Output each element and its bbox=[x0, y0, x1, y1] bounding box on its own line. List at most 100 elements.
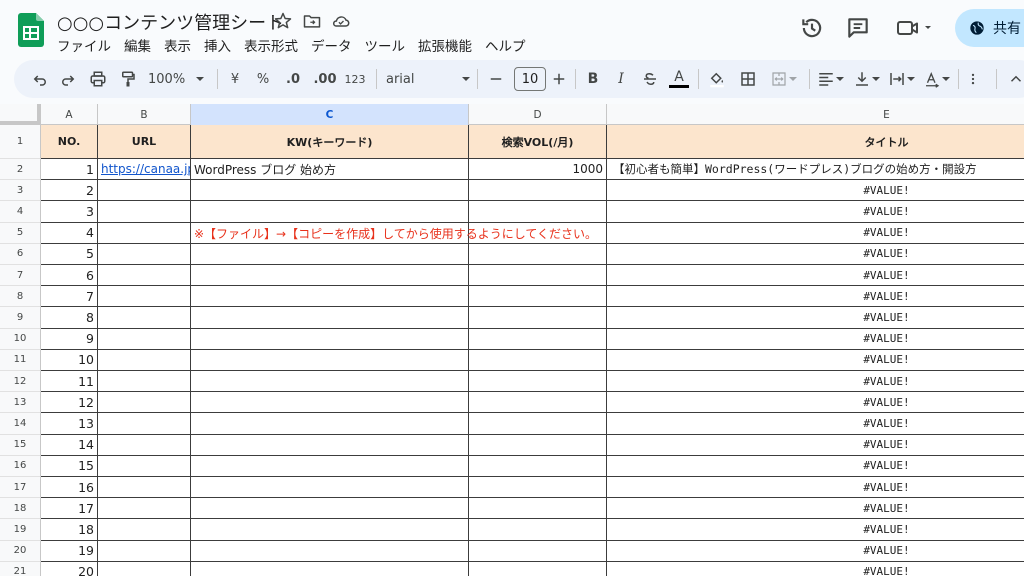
bold-button[interactable]: B bbox=[584, 68, 602, 90]
cell-keyword[interactable] bbox=[191, 286, 469, 308]
header-cell-no[interactable]: NO. bbox=[41, 125, 98, 159]
text-color-button[interactable]: A bbox=[668, 68, 690, 90]
row-number[interactable]: 15 bbox=[0, 434, 41, 456]
row-number[interactable]: 2 bbox=[0, 159, 41, 181]
row-number[interactable]: 17 bbox=[0, 477, 41, 499]
vertical-align-icon[interactable] bbox=[852, 68, 882, 90]
cell-search-volume[interactable] bbox=[469, 540, 607, 562]
column-header-b[interactable]: B bbox=[98, 104, 191, 125]
more-formats-button[interactable]: 123 bbox=[342, 68, 368, 90]
decrease-font-size-icon[interactable] bbox=[486, 68, 506, 90]
collapse-menu-icon[interactable] bbox=[1006, 68, 1024, 90]
cell-title[interactable]: #VALUE! bbox=[607, 180, 1024, 202]
font-size-input[interactable]: 10 bbox=[514, 67, 546, 91]
cell-url[interactable] bbox=[98, 392, 191, 414]
cell-title[interactable]: #VALUE! bbox=[607, 456, 1024, 477]
cell-keyword[interactable] bbox=[191, 328, 469, 350]
cell-title[interactable]: 【初心者も簡単】WordPress(ワードプレス)ブログの始め方・開設方 bbox=[607, 159, 1024, 181]
cell-keyword[interactable] bbox=[191, 540, 469, 562]
increase-font-size-icon[interactable] bbox=[549, 68, 569, 90]
column-header-d[interactable]: D bbox=[469, 104, 607, 125]
star-icon[interactable] bbox=[273, 11, 293, 31]
row-number[interactable]: 4 bbox=[0, 201, 41, 223]
version-history-icon[interactable] bbox=[799, 15, 825, 41]
row-number[interactable]: 5 bbox=[0, 222, 41, 244]
cell-url[interactable] bbox=[98, 540, 191, 562]
cell-no[interactable]: 1 bbox=[41, 159, 98, 181]
cell-no[interactable]: 10 bbox=[41, 349, 98, 371]
select-all-corner[interactable] bbox=[0, 104, 41, 125]
cell-no[interactable]: 13 bbox=[41, 413, 98, 435]
column-header-c[interactable]: C bbox=[191, 104, 469, 125]
cell-url[interactable] bbox=[98, 286, 191, 308]
cell-keyword[interactable] bbox=[191, 498, 469, 520]
menu-extensions[interactable]: 拡張機能 bbox=[418, 35, 478, 55]
row-number[interactable]: 21 bbox=[0, 561, 41, 576]
cell-url[interactable] bbox=[98, 498, 191, 520]
cell-keyword[interactable] bbox=[191, 243, 469, 265]
row-number[interactable]: 18 bbox=[0, 498, 41, 520]
share-button[interactable]: 共有 bbox=[955, 9, 1024, 47]
cell-search-volume[interactable] bbox=[469, 413, 607, 435]
menu-tools[interactable]: ツール bbox=[365, 35, 412, 55]
cell-keyword[interactable] bbox=[191, 307, 469, 329]
cell-url[interactable] bbox=[98, 222, 191, 244]
row-number[interactable]: 19 bbox=[0, 519, 41, 541]
cell-no[interactable]: 18 bbox=[41, 519, 98, 541]
undo-icon[interactable] bbox=[30, 68, 50, 90]
cell-no[interactable]: 4 bbox=[41, 222, 98, 244]
cell-search-volume[interactable] bbox=[469, 180, 607, 202]
cell-no[interactable]: 3 bbox=[41, 201, 98, 223]
cell-no[interactable]: 9 bbox=[41, 328, 98, 350]
cell-title[interactable]: #VALUE! bbox=[607, 519, 1024, 541]
zoom-select[interactable]: 100% bbox=[148, 68, 208, 90]
percent-format-button[interactable]: % bbox=[254, 68, 272, 90]
cell-no[interactable]: 6 bbox=[41, 265, 98, 287]
menu-help[interactable]: ヘルプ bbox=[485, 35, 532, 55]
cell-title[interactable]: #VALUE! bbox=[607, 350, 1024, 371]
paint-format-icon[interactable] bbox=[117, 68, 139, 90]
cell-keyword[interactable] bbox=[191, 265, 469, 287]
cell-url[interactable] bbox=[98, 328, 191, 350]
menu-data[interactable]: データ bbox=[311, 35, 358, 55]
cell-search-volume[interactable] bbox=[469, 265, 607, 287]
cell-title[interactable]: #VALUE! bbox=[607, 265, 1024, 287]
cell-search-volume[interactable] bbox=[469, 201, 607, 223]
row-number[interactable]: 20 bbox=[0, 540, 41, 562]
fill-color-icon[interactable] bbox=[706, 68, 728, 90]
cell-title[interactable]: #VALUE! bbox=[607, 371, 1024, 393]
cell-keyword[interactable] bbox=[191, 180, 469, 202]
borders-icon[interactable] bbox=[738, 68, 758, 90]
cell-no[interactable]: 16 bbox=[41, 477, 98, 499]
cell-title[interactable]: #VALUE! bbox=[607, 435, 1024, 456]
cell-keyword[interactable] bbox=[191, 371, 469, 393]
cell-no[interactable]: 12 bbox=[41, 392, 98, 414]
cell-url[interactable] bbox=[98, 561, 191, 576]
text-rotation-icon[interactable] bbox=[922, 68, 952, 90]
header-cell-url[interactable]: URL bbox=[98, 125, 191, 159]
row-number[interactable]: 3 bbox=[0, 180, 41, 202]
cell-no[interactable]: 5 bbox=[41, 243, 98, 265]
cell-url[interactable] bbox=[98, 455, 191, 477]
row-number[interactable]: 14 bbox=[0, 413, 41, 435]
cell-keyword[interactable] bbox=[191, 349, 469, 371]
cell-keyword[interactable] bbox=[191, 477, 469, 499]
cell-title[interactable]: #VALUE! bbox=[607, 244, 1024, 265]
row-number[interactable]: 8 bbox=[0, 286, 41, 308]
cell-title[interactable]: #VALUE! bbox=[607, 307, 1024, 329]
move-folder-icon[interactable] bbox=[302, 11, 322, 31]
strikethrough-icon[interactable] bbox=[640, 68, 660, 90]
cell-no[interactable]: 2 bbox=[41, 180, 98, 202]
cell-url[interactable] bbox=[98, 519, 191, 541]
header-cell-kw[interactable]: KW(キーワード) bbox=[191, 125, 469, 159]
menu-view[interactable]: 表示 bbox=[164, 35, 197, 55]
cell-keyword[interactable] bbox=[191, 201, 469, 223]
column-header-e[interactable]: E bbox=[607, 104, 1024, 125]
cell-no[interactable]: 19 bbox=[41, 540, 98, 562]
cell-search-volume[interactable] bbox=[469, 392, 607, 414]
cell-url[interactable] bbox=[98, 477, 191, 499]
cell-search-volume[interactable] bbox=[469, 307, 607, 329]
cell-search-volume[interactable] bbox=[469, 434, 607, 456]
cell-keyword[interactable] bbox=[191, 413, 469, 435]
text-wrapping-icon[interactable] bbox=[887, 68, 917, 90]
